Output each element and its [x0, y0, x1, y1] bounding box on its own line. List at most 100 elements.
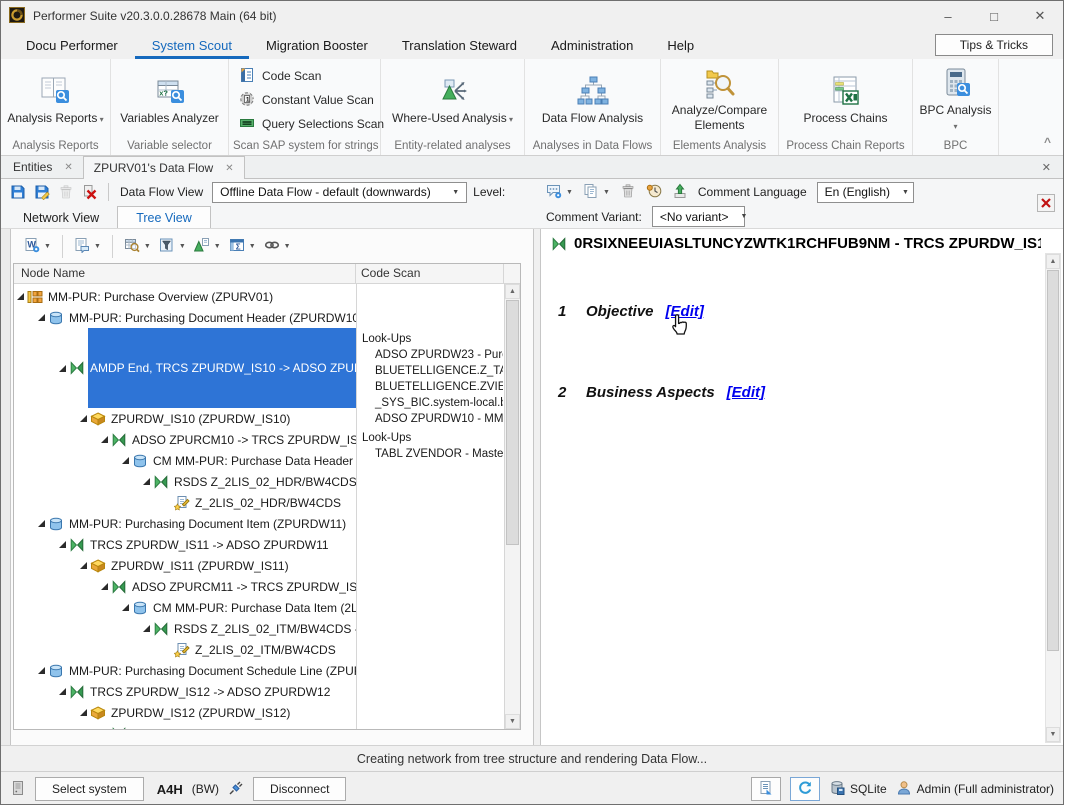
node-name-column-header[interactable]: Node Name — [14, 264, 356, 283]
comment-tool[interactable] — [643, 181, 665, 204]
expand-arrow-icon[interactable] — [119, 604, 132, 611]
edit-business-aspects-link[interactable]: [Edit] — [727, 384, 765, 401]
ribbon-button[interactable]: Data Flow Analysis — [542, 75, 643, 126]
scroll-up-icon[interactable]: ▲ — [505, 284, 520, 299]
view-tab[interactable]: Tree View — [117, 206, 211, 228]
expand-arrow-icon[interactable] — [35, 314, 48, 321]
expand-arrow-icon[interactable] — [56, 541, 69, 548]
ribbon-button[interactable]: x? Variables Analyzer — [120, 75, 219, 126]
tree-node-row[interactable]: ADSO ZPURCM10 -> TRCS ZPURDW_IS10 — [14, 429, 356, 450]
tree-node-row[interactable]: TRCS ZPURDW_IS11 -> ADSO ZPURDW11 — [14, 534, 356, 555]
scroll-down-icon[interactable]: ▼ — [1046, 727, 1060, 742]
expand-arrow-icon[interactable] — [77, 709, 90, 716]
menu-item[interactable]: Migration Booster — [249, 33, 385, 59]
document-tab[interactable]: Entities ✕ — [3, 156, 83, 178]
menu-item[interactable]: Translation Steward — [385, 33, 534, 59]
tree-node-row[interactable]: MM-PUR: Purchasing Document Header (ZPUR… — [14, 307, 356, 328]
tree-node-row[interactable]: RSDS Z_2LIS_02_HDR/BW4CDS -> ADSO — [14, 471, 356, 492]
tree-node-row[interactable]: AMDP Start, ADSO ZPURCM12 -> TRCS ZPURDW… — [14, 723, 356, 729]
tree-node-row[interactable]: Z_2LIS_02_HDR/BW4CDS — [14, 492, 356, 513]
tree-node-row[interactable]: ZPURDW_IS11 (ZPURDW_IS11) — [14, 555, 356, 576]
menu-item[interactable]: System Scout — [135, 33, 249, 59]
expand-arrow-icon[interactable] — [35, 520, 48, 527]
comment-tool[interactable]: ▼ — [543, 181, 576, 204]
expand-arrow-icon[interactable] — [140, 625, 153, 632]
ribbon-button[interactable]: Analysis Reports ▾ — [7, 75, 103, 126]
pane-close-icon[interactable]: ✕ — [1042, 161, 1051, 174]
comment-language-select[interactable]: En (English)▼ — [817, 182, 914, 203]
tree-node-row[interactable]: MM-PUR: Purchase Overview (ZPURV01) — [14, 286, 356, 307]
data-flow-analysis-icon — [577, 75, 609, 107]
data-flow-view-label: Data Flow View — [120, 185, 203, 199]
tree-node-row[interactable]: ZPURDW_IS12 (ZPURDW_IS12) — [14, 702, 356, 723]
comment-language-label: Comment Language — [698, 185, 807, 199]
left-splitter-strip[interactable] — [1, 229, 11, 745]
menu-item[interactable]: Help — [650, 33, 711, 59]
expand-arrow-icon[interactable] — [56, 365, 69, 372]
tips-and-tricks-button[interactable]: Tips & Tricks — [935, 34, 1053, 56]
tree-node-row[interactable]: ZPURDW_IS10 (ZPURDW_IS10) — [14, 408, 356, 429]
tab-close-icon[interactable]: ✕ — [225, 163, 233, 174]
expand-arrow-icon[interactable] — [77, 562, 90, 569]
ribbon-button[interactable]: Process Chains — [803, 75, 887, 126]
minimize-button[interactable]: – — [925, 1, 971, 31]
expand-arrow-icon[interactable] — [35, 667, 48, 674]
tree-node-row[interactable]: ADSO ZPURCM11 -> TRCS ZPURDW_IS11 — [14, 576, 356, 597]
expand-arrow-icon[interactable] — [77, 415, 90, 422]
maximize-button[interactable]: □ — [971, 1, 1017, 31]
ribbon-button[interactable]: 1 Constant Value Scan — [239, 91, 374, 110]
ribbon-button[interactable]: Query Selections Scan — [239, 115, 384, 134]
expand-arrow-icon[interactable] — [119, 457, 132, 464]
ribbon-button[interactable]: Analyze/Compare Elements — [665, 67, 774, 133]
scroll-thumb[interactable] — [1047, 270, 1059, 651]
view-tab[interactable]: Network View — [5, 207, 117, 228]
comment-variant-select[interactable]: <No variant>▼ — [652, 206, 745, 227]
disconnect-button[interactable]: Disconnect — [253, 777, 346, 801]
expand-arrow-icon[interactable] — [140, 478, 153, 485]
save-edit-icon[interactable] — [31, 182, 52, 203]
data-flow-view-select[interactable]: Offline Data Flow - default (downwards)▼ — [212, 182, 467, 203]
document-tab[interactable]: ZPURV01's Data Flow ✕ — [83, 156, 245, 179]
save-icon[interactable] — [7, 182, 28, 203]
select-system-button[interactable]: Select system — [35, 777, 144, 801]
user-status[interactable]: Admin (Full administrator) — [896, 780, 1054, 799]
menu-item[interactable]: Docu Performer — [9, 33, 135, 59]
tree-node-row[interactable]: MM-PUR: Purchasing Document Item (ZPURDW… — [14, 513, 356, 534]
refresh-button[interactable] — [790, 777, 820, 801]
ribbon-group: Process Chains Process Chain Reports — [779, 59, 913, 155]
comment-tool[interactable] — [669, 181, 691, 204]
code-scan-column-header[interactable]: Code Scan — [356, 264, 504, 283]
adso-icon — [48, 310, 64, 326]
tree-node-row[interactable]: CM MM-PUR: Purchase Data Header (2LIS_02… — [14, 450, 356, 471]
tree-node-row[interactable]: TRCS ZPURDW_IS12 -> ADSO ZPURDW12 — [14, 681, 356, 702]
menu-item[interactable]: Administration — [534, 33, 650, 59]
scroll-down-icon[interactable]: ▼ — [505, 714, 520, 729]
tree-node-row[interactable]: Z_2LIS_02_ITM/BW4CDS — [14, 639, 356, 660]
delete-icon[interactable] — [55, 182, 76, 203]
transformation-icon — [69, 684, 85, 700]
comment-tool[interactable]: ▼ — [580, 181, 613, 204]
tree-scrollbar[interactable]: ▲ ▼ — [504, 284, 520, 729]
tree-node-row[interactable]: AMDP End, TRCS ZPURDW_IS10 -> ADSO ZPURD… — [14, 328, 356, 408]
expand-arrow-icon[interactable] — [14, 293, 27, 300]
tree-node-row[interactable]: RSDS Z_2LIS_02_ITM/BW4CDS -> ADSO — [14, 618, 356, 639]
expand-arrow-icon[interactable] — [98, 436, 111, 443]
document-export-button[interactable] — [751, 777, 781, 801]
scroll-up-icon[interactable]: ▲ — [1046, 254, 1060, 269]
comment-scrollbar[interactable]: ▲ ▼ — [1045, 253, 1061, 743]
ribbon-button[interactable]: Code Scan — [239, 67, 321, 86]
panel-splitter[interactable] — [533, 229, 541, 745]
tree-node-row[interactable]: MM-PUR: Purchasing Document Schedule Lin… — [14, 660, 356, 681]
comment-tool[interactable] — [617, 181, 639, 204]
discard-icon[interactable] — [79, 182, 100, 203]
ribbon-button[interactable]: Where-Used Analysis ▾ — [392, 75, 513, 126]
tree-node-row[interactable]: CM MM-PUR: Purchase Data Item (2LIS_02_I… — [14, 597, 356, 618]
close-button[interactable]: ✕ — [1017, 1, 1063, 31]
close-panel-button[interactable] — [1037, 194, 1055, 212]
scroll-thumb[interactable] — [506, 300, 519, 545]
expand-arrow-icon[interactable] — [56, 688, 69, 695]
ribbon-collapse-icon[interactable]: ^ — [1044, 135, 1051, 149]
ribbon-button[interactable]: BPC Analysis ▾ — [917, 67, 994, 133]
expand-arrow-icon[interactable] — [98, 583, 111, 590]
tab-close-icon[interactable]: ✕ — [64, 162, 72, 173]
